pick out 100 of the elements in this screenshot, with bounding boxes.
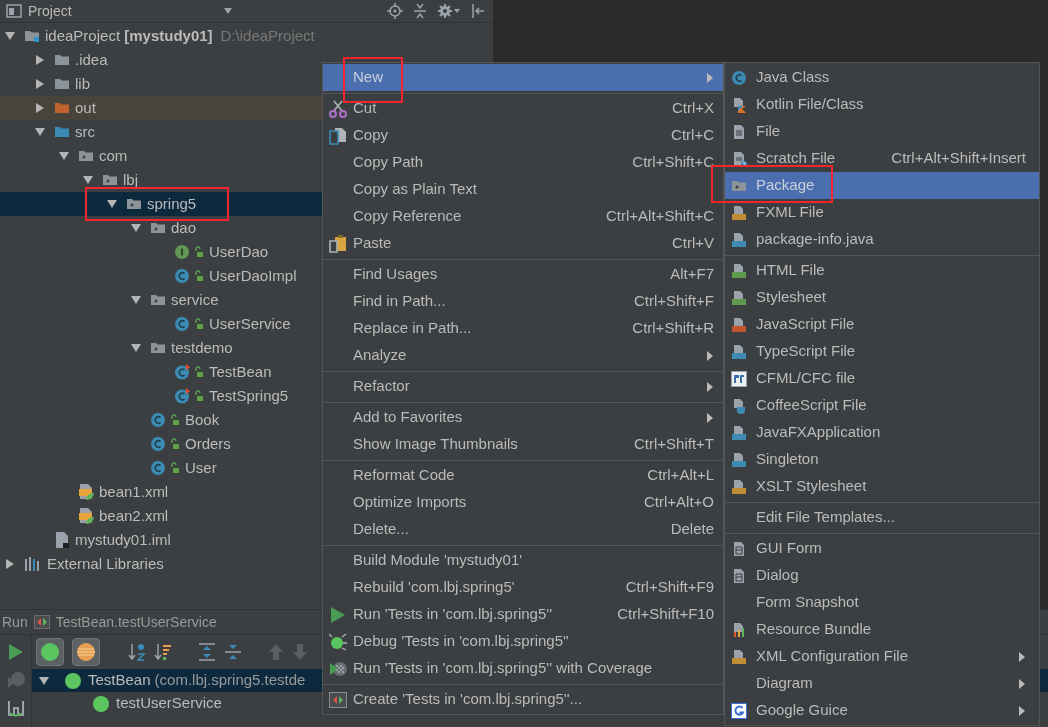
rerun-button[interactable]	[7, 643, 24, 661]
tree-item[interactable]: UserDao	[209, 240, 269, 264]
rerun-failed-button[interactable]	[6, 699, 25, 717]
menu-item[interactable]: Cut Ctrl+X	[323, 95, 723, 122]
tree-item[interactable]: mystudy01.iml	[75, 528, 171, 552]
menu-item[interactable]: JavaFXApplication	[725, 419, 1039, 446]
menu-item[interactable]: Resource Bundle	[725, 616, 1039, 643]
tree-item[interactable]: ideaProject [mystudy01]	[45, 24, 213, 48]
menu-item[interactable]: Copy Reference Ctrl+Alt+Shift+C	[323, 203, 723, 230]
menu-item[interactable]: FXML File	[725, 199, 1039, 226]
menu-item[interactable]: Kotlin File/Class	[725, 91, 1039, 118]
menu-item[interactable]: Rebuild 'com.lbj.spring5' Ctrl+Shift+F9	[323, 574, 723, 601]
shortcut-label: Ctrl+X	[671, 98, 714, 119]
menu-item[interactable]: Google Guice	[725, 697, 1039, 724]
menu-item[interactable]: package-info.java	[725, 226, 1039, 253]
shortcut-label: Ctrl+Alt+L	[647, 465, 714, 486]
tree-item[interactable]: com	[99, 144, 128, 168]
tree-item[interactable]: TestSpring5	[209, 384, 289, 408]
menu-item[interactable]: GUI Form	[725, 535, 1039, 562]
test-result[interactable]: testUserService	[116, 692, 222, 715]
menu-item[interactable]: Run 'Tests in 'com.lbj.spring5'' with Coverage	[323, 655, 723, 682]
menu-item[interactable]: Create 'Tests in 'com.lbj.spring5''...	[323, 686, 723, 713]
menu-item[interactable]: Run 'Tests in 'com.lbj.spring5'' Ctrl+Shift+F10	[323, 601, 723, 628]
menu-item[interactable]: Package	[725, 172, 1039, 199]
menu-item[interactable]: Find Usages Alt+F7	[323, 261, 723, 288]
menu-item[interactable]: XSLT Stylesheet	[725, 473, 1039, 500]
interface-icon	[174, 244, 190, 260]
menu-item[interactable]: Scratch File Ctrl+Alt+Shift+Insert	[725, 145, 1039, 172]
menu-item[interactable]: Replace in Path... Ctrl+Shift+R	[323, 315, 723, 342]
menu-item-label: JavaScript File	[756, 314, 856, 335]
folder-icon	[54, 100, 70, 116]
menu-item[interactable]: Form Snapshot	[725, 589, 1039, 616]
ignored-icon	[76, 642, 96, 662]
tree-item[interactable]: dao	[171, 216, 197, 240]
package-folder-icon	[78, 148, 94, 164]
menu-item[interactable]: TypeScript File	[725, 338, 1039, 365]
menu-item[interactable]: Optimize Imports Ctrl+Alt+O	[323, 489, 723, 516]
menu-item[interactable]: Copy Ctrl+C	[323, 122, 723, 149]
tree-item[interactable]: service	[171, 288, 219, 312]
filter-toggle[interactable]	[72, 638, 100, 666]
menu-item[interactable]: Java Class	[725, 64, 1039, 91]
tree-item[interactable]: User	[185, 456, 217, 480]
menu-item-label: Stylesheet	[756, 287, 828, 308]
menu-item[interactable]: Edit File Templates...	[725, 504, 1039, 531]
class-icon	[150, 436, 166, 452]
menu-item[interactable]: Delete... Delete	[323, 516, 723, 543]
menu-item-label: Resource Bundle	[756, 619, 873, 640]
menu-item-label: Package	[756, 175, 816, 196]
menu-item[interactable]: Dialog	[725, 562, 1039, 589]
menu-item[interactable]: Diagram	[725, 670, 1039, 697]
tree-item[interactable]: bean2.xml	[99, 504, 169, 528]
menu-item-label: CFML/CFC file	[756, 368, 857, 389]
tree-item[interactable]: UserDaoImpl	[209, 264, 297, 288]
filter-toggle[interactable]	[36, 638, 64, 666]
menu-item[interactable]: New	[323, 64, 723, 91]
tree-item[interactable]: lib	[75, 72, 90, 96]
menu-item[interactable]: Refactor	[323, 373, 723, 400]
tree-item[interactable]: Book	[185, 408, 220, 432]
tree-item[interactable]: UserService	[209, 312, 291, 336]
menu-item[interactable]: Paste Ctrl+V	[323, 230, 723, 257]
menu-item[interactable]: Copy as Plain Text	[323, 176, 723, 203]
menu-item[interactable]: Build Module 'mystudy01'	[323, 547, 723, 574]
test-result[interactable]: TestBean	[88, 669, 151, 692]
tree-item[interactable]: testdemo	[171, 336, 233, 360]
form-file-icon	[731, 540, 747, 557]
menu-item[interactable]: Singleton	[725, 446, 1039, 473]
warning-button[interactable]	[6, 671, 25, 689]
tree-item[interactable]: .idea	[75, 48, 108, 72]
bug-icon	[329, 632, 347, 651]
menu-item[interactable]: Show Image Thumbnails Ctrl+Shift+T	[323, 431, 723, 458]
play-icon	[330, 605, 346, 624]
menu-item[interactable]: CFML/CFC file	[725, 365, 1039, 392]
menu-item[interactable]: Debug 'Tests in 'com.lbj.spring5''	[323, 628, 723, 655]
menu-item[interactable]: Stylesheet	[725, 284, 1039, 311]
tree-item[interactable]: out	[75, 96, 96, 120]
tree-item[interactable]: TestBean	[209, 360, 272, 384]
menu-item[interactable]: Copy Path Ctrl+Shift+C	[323, 149, 723, 176]
menu-item[interactable]: Add to Favorites	[323, 404, 723, 431]
menu-item-label: JavaFXApplication	[756, 422, 882, 443]
menu-item[interactable]: CoffeeScript File	[725, 392, 1039, 419]
menu-item[interactable]: Reformat Code Ctrl+Alt+L	[323, 462, 723, 489]
menu-item[interactable]: Analyze	[323, 342, 723, 369]
menu-item[interactable]: HTML File	[725, 257, 1039, 284]
hide-panel-icon	[471, 3, 485, 19]
menu-item[interactable]: JavaScript File	[725, 311, 1039, 338]
tree-item[interactable]: bean1.xml	[99, 480, 169, 504]
menu-item-label: Reformat Code	[353, 465, 456, 486]
tree-item[interactable]: Orders	[185, 432, 231, 456]
tree-item[interactable]: External Libraries	[47, 552, 164, 576]
run-configuration[interactable]: TestBean.testUserService	[55, 611, 217, 633]
menu-item-label: Show Image Thumbnails	[353, 434, 519, 455]
cfml-file-icon	[731, 370, 747, 387]
tree-item[interactable]: spring5	[147, 192, 197, 216]
menu-item[interactable]: XML Configuration File	[725, 643, 1039, 670]
tree-item[interactable]: lbj	[123, 168, 138, 192]
menu-item[interactable]: Find in Path... Ctrl+Shift+F	[323, 288, 723, 315]
menu-item[interactable]: File	[725, 118, 1039, 145]
up-arrow-icon	[268, 643, 284, 661]
tree-item[interactable]: src	[75, 120, 95, 144]
menu-item-label: Scratch File	[756, 148, 837, 169]
